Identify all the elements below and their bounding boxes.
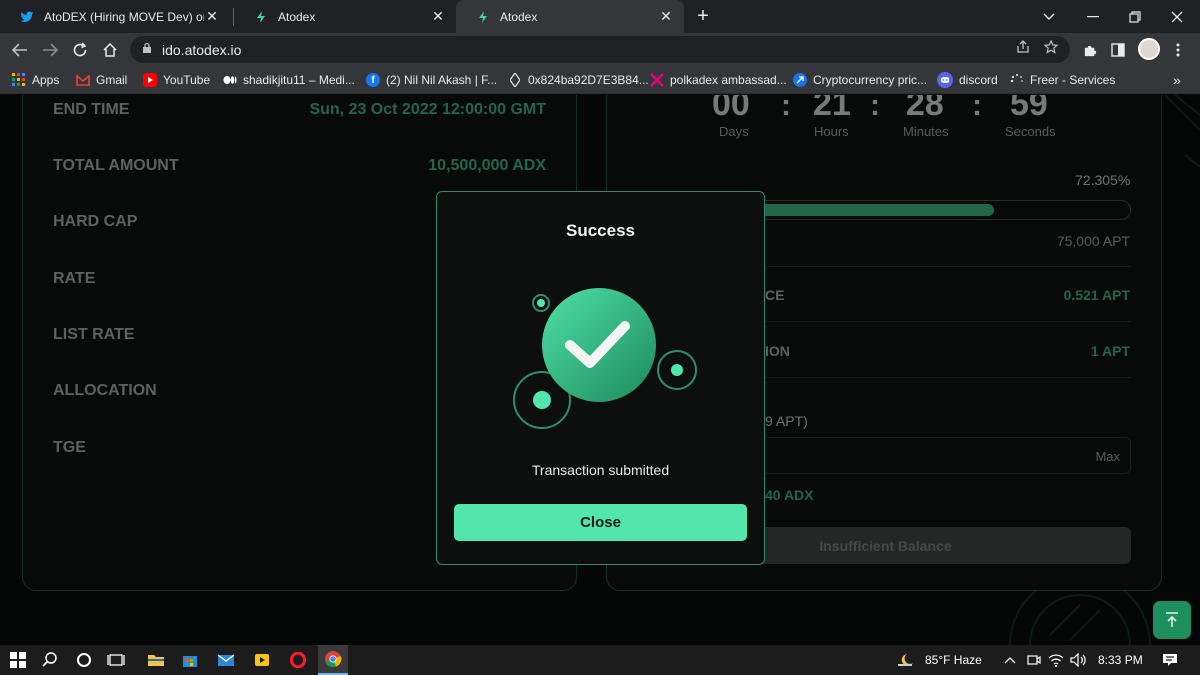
restore-icon[interactable] xyxy=(1112,0,1158,33)
tab-title: Atodex xyxy=(500,9,538,24)
bookmark-label: 0x824ba92D7E3B84... xyxy=(528,73,649,87)
atodex-icon xyxy=(254,10,268,24)
task-view-icon[interactable] xyxy=(106,650,126,670)
reload-icon[interactable] xyxy=(66,36,94,64)
facebook-icon: f xyxy=(366,73,380,87)
weather-text[interactable]: 85°F Haze xyxy=(925,653,982,667)
coinmarketcap-icon xyxy=(793,73,807,87)
bookmark-gmail[interactable]: Gmail xyxy=(76,71,127,89)
bookmark-label: Freer - Services xyxy=(1030,73,1116,87)
gmail-icon xyxy=(76,73,90,87)
bookmark-label: polkadex ambassad... xyxy=(670,73,787,87)
more-bookmarks-button[interactable]: » xyxy=(1173,71,1181,89)
bookmarks-bar: Apps Gmail YouTube shadikjitu11 – Medi..… xyxy=(0,66,1200,94)
bookmark-discord[interactable]: discord xyxy=(937,71,998,89)
wifi-icon[interactable] xyxy=(1046,650,1066,670)
bookmark-address[interactable]: 0x824ba92D7E3B84... xyxy=(508,71,649,89)
cortana-icon[interactable] xyxy=(74,650,94,670)
share-icon[interactable] xyxy=(1016,40,1030,57)
windows-start-icon[interactable] xyxy=(8,650,28,670)
bookmark-label: Cryptocurrency pric... xyxy=(813,73,928,87)
bookmark-label: Apps xyxy=(32,73,60,87)
bookmark-youtube[interactable]: YouTube xyxy=(143,71,210,89)
close-tab-icon[interactable]: ✕ xyxy=(204,8,220,25)
forward-icon[interactable] xyxy=(36,36,64,64)
volume-icon[interactable] xyxy=(1068,650,1088,670)
tab-atodex-active[interactable]: Atodex ✕ xyxy=(456,0,684,33)
bookmark-label: shadikjitu11 – Medi... xyxy=(243,73,355,87)
lock-icon xyxy=(142,42,152,57)
bookmark-label: discord xyxy=(959,73,998,87)
close-window-icon[interactable] xyxy=(1154,0,1200,33)
bookmark-label: Gmail xyxy=(96,73,128,87)
medium-icon xyxy=(223,73,237,87)
media-player-icon[interactable] xyxy=(252,650,272,670)
youtube-icon xyxy=(143,73,157,87)
apps-grid-icon xyxy=(12,73,26,87)
tab-title: Atodex xyxy=(278,9,316,24)
bookmark-label: (2) Nil Nil Akash | F... xyxy=(386,73,498,87)
tray-chevron-icon[interactable] xyxy=(1000,650,1020,670)
search-icon[interactable] xyxy=(40,650,60,670)
chrome-taskbar-icon[interactable] xyxy=(318,645,348,675)
weather-moon-icon xyxy=(896,650,916,670)
close-button[interactable]: Close xyxy=(454,504,747,541)
profile-avatar[interactable] xyxy=(1138,38,1160,60)
file-explorer-icon[interactable] xyxy=(146,650,166,670)
loading-icon xyxy=(1010,73,1024,87)
ethereum-icon xyxy=(508,73,522,87)
tab-twitter[interactable]: AtoDEX (Hiring MOVE Dev) on Tw ✕ xyxy=(0,0,230,33)
success-check-icon xyxy=(513,288,697,429)
bookmark-label: YouTube xyxy=(163,73,211,87)
tab-atodex[interactable]: Atodex ✕ xyxy=(234,0,456,33)
new-tab-button[interactable]: + xyxy=(690,3,716,29)
browser-toolbar: ido.atodex.io xyxy=(0,33,1200,66)
windows-taskbar: 85°F Haze 8:33 PM xyxy=(0,645,1200,675)
bookmark-freer[interactable]: Freer - Services xyxy=(1010,71,1115,89)
address-bar[interactable]: ido.atodex.io xyxy=(130,36,1070,63)
modal-message: Transaction submitted xyxy=(531,462,670,478)
url-text: ido.atodex.io xyxy=(162,41,242,58)
back-icon[interactable] xyxy=(6,36,34,64)
bookmark-facebook[interactable]: f (2) Nil Nil Akash | F... xyxy=(366,71,497,89)
tab-title: AtoDEX (Hiring MOVE Dev) on Tw xyxy=(44,9,204,24)
minimize-icon[interactable] xyxy=(1070,0,1116,33)
home-icon[interactable] xyxy=(96,36,124,64)
close-tab-icon[interactable]: ✕ xyxy=(430,8,446,25)
bookmark-apps[interactable]: Apps xyxy=(12,71,59,89)
bookmark-coinmarketcap[interactable]: Cryptocurrency pric... xyxy=(793,71,927,89)
polkadex-icon xyxy=(650,73,664,87)
bookmark-star-icon[interactable] xyxy=(1043,39,1059,57)
bookmark-polkadex[interactable]: polkadex ambassad... xyxy=(650,71,787,89)
discord-icon xyxy=(937,72,953,88)
atodex-icon xyxy=(476,10,490,24)
microsoft-store-icon[interactable] xyxy=(180,650,200,670)
twitter-icon xyxy=(20,10,34,24)
side-panel-icon[interactable] xyxy=(1104,36,1132,64)
notifications-icon[interactable] xyxy=(1160,650,1180,670)
tab-search-chevron-icon[interactable] xyxy=(1026,0,1072,33)
close-tab-icon[interactable]: ✕ xyxy=(658,8,674,25)
modal-title: Success xyxy=(566,221,635,240)
scroll-to-top-button[interactable] xyxy=(1153,601,1191,639)
mail-icon[interactable] xyxy=(216,650,236,670)
clock-time[interactable]: 8:33 PM xyxy=(1098,653,1143,667)
tab-strip: AtoDEX (Hiring MOVE Dev) on Tw ✕ Atodex … xyxy=(0,0,1200,33)
opera-icon[interactable] xyxy=(288,650,308,670)
extensions-puzzle-icon[interactable] xyxy=(1076,36,1104,64)
success-modal: Success Transaction submitted Close xyxy=(436,191,765,565)
bookmark-medium[interactable]: shadikjitu11 – Medi... xyxy=(223,71,355,89)
meet-now-icon[interactable] xyxy=(1024,650,1044,670)
menu-dots-icon[interactable] xyxy=(1164,36,1192,64)
